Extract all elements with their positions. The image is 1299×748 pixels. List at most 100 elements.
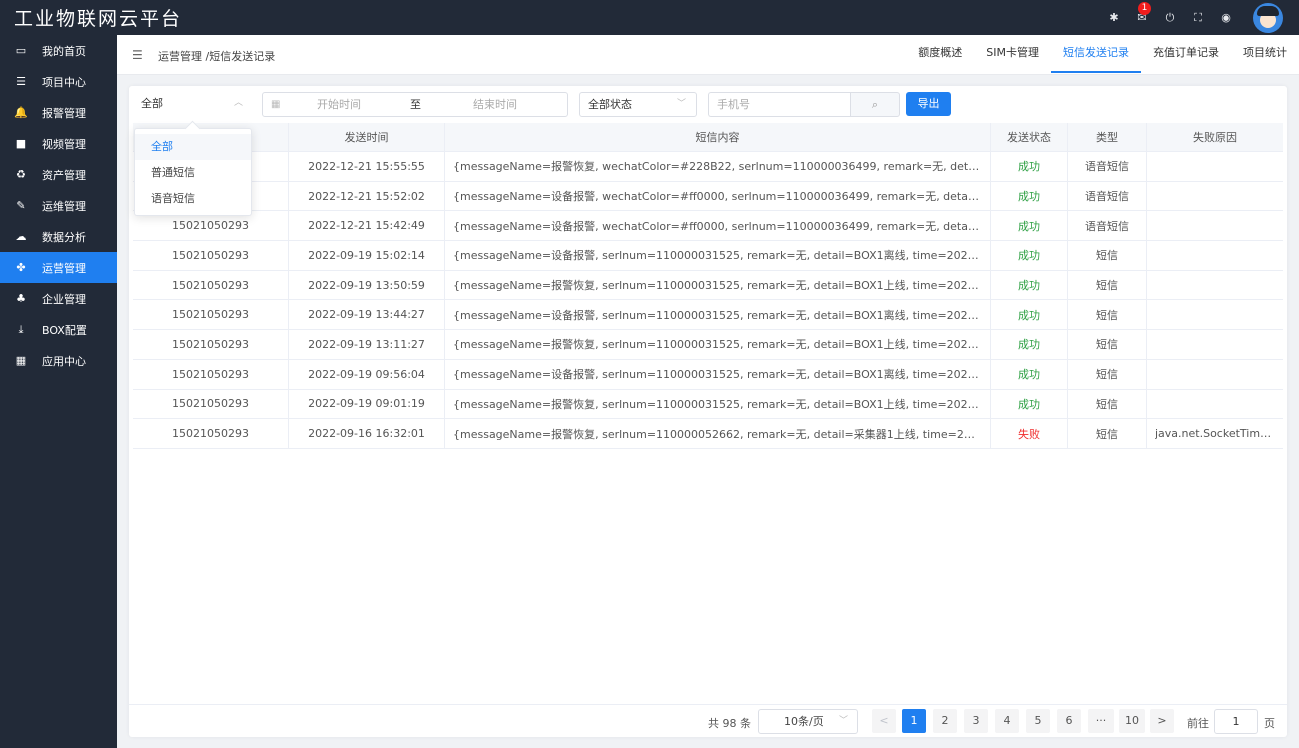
table-row[interactable]: 15021050293 2022-09-19 13:11:27 {messageNa… [133, 330, 1283, 360]
chevron-down-icon: ﹀ [676, 99, 686, 109]
column-header: 发送时间 [289, 123, 445, 151]
cell-content: {messageName=设备报警, wechatColor=#ff0000, … [445, 181, 991, 211]
cell-type-text: 语音短信 [1085, 190, 1129, 204]
cell-content-text: {messageName=报警恢复, serlnum=110000052662,… [453, 427, 981, 441]
sidebar-item-6[interactable]: ☁ 数据分析 [0, 221, 117, 252]
cell-type: 语音短信 [1068, 211, 1147, 241]
date-start[interactable]: 开始时间 [317, 93, 361, 116]
table-row[interactable]: 2022-12-21 15:55:55 {messageName=报警恢复, we… [133, 152, 1283, 182]
power-icon[interactable]: ⏻ [1163, 11, 1177, 25]
next-page-button[interactable]: > [1150, 709, 1174, 733]
page-button-3[interactable]: 4 [995, 709, 1019, 733]
sidebar-item-0[interactable]: ▭ 我的首页 [0, 35, 117, 66]
table-row[interactable]: 15021050293 2022-09-19 09:56:04 {messageNa… [133, 359, 1283, 390]
total-count: 共 98 条 [708, 717, 751, 730]
cell-content-text: {messageName=设备报警, serlnum=110000031525,… [453, 249, 981, 263]
fullscreen-icon[interactable]: ⛶ [1191, 11, 1205, 25]
cell-time-text: 2022-09-19 09:01:19 [308, 397, 425, 411]
bug-icon[interactable]: ✱ [1107, 11, 1121, 24]
sidebar-item-9[interactable]: ⤓ BOX配置 [0, 314, 117, 345]
globe-icon[interactable]: ◉ [1219, 11, 1233, 24]
cell-content-text: {messageName=设备报警, wechatColor=#ff0000, … [453, 190, 981, 204]
sidebar-item-7[interactable]: ✤ 运营管理 [0, 252, 117, 283]
cell-content: {messageName=报警恢复, serlnum=110000031525,… [445, 330, 991, 359]
page-button-5[interactable]: 6 [1057, 709, 1081, 733]
sidebar-item-5[interactable]: ✎ 运维管理 [0, 190, 117, 221]
cell-time-text: 2022-12-21 15:52:02 [308, 189, 425, 203]
goto-page-input[interactable] [1214, 709, 1258, 734]
search-icon: ⌕ [871, 98, 879, 111]
cell-reason [1147, 241, 1283, 270]
sidebar-item-10[interactable]: ▦ 应用中心 [0, 345, 117, 376]
tab-0[interactable]: 额度概述 [906, 35, 974, 75]
cell-time-text: 2022-12-21 15:42:49 [308, 219, 425, 233]
phone-input[interactable] [708, 92, 851, 117]
table-row[interactable]: 15021050293 2022-09-19 13:50:59 {messageNa… [133, 270, 1283, 301]
sidebar-item-label: BOX配置 [42, 323, 87, 337]
tab-3[interactable]: 充值订单记录 [1141, 35, 1231, 75]
sidebar-item-1[interactable]: ☰ 项目中心 [0, 66, 117, 97]
cell-content: {messageName=设备报警, serlnum=110000031525,… [445, 300, 991, 330]
page-button-1[interactable]: 2 [933, 709, 957, 733]
sidebar: ▭ 我的首页 ☰ 项目中心 🔔 报警管理 ■ 视频管理 ♻ 资产管理 ✎ 运维管理 ☁ 数据分析 ✤ 运营管理… [0, 35, 117, 748]
tab-1[interactable]: SIM卡管理 [974, 35, 1051, 75]
tab-2[interactable]: 短信发送记录 [1051, 35, 1141, 75]
export-button[interactable]: 导出 [906, 92, 951, 116]
table-row[interactable]: 2022-12-21 15:52:02 {messageName=设备报警, we… [133, 181, 1283, 212]
cell-time: 2022-12-21 15:52:02 [289, 181, 445, 211]
type-select[interactable]: 全部 ︿ [133, 92, 253, 117]
cell-phone: 15021050293 [133, 270, 289, 300]
cell-content-text: {messageName=设备报警, serlnum=110000031525,… [453, 368, 981, 382]
cell-type: 短信 [1068, 270, 1147, 300]
sidebar-item-2[interactable]: 🔔 报警管理 [0, 97, 117, 128]
cell-type-text: 短信 [1096, 427, 1118, 441]
date-range-picker[interactable]: ▦ 开始时间 至 结束时间 [262, 92, 568, 117]
cell-status: 成功 [991, 241, 1068, 270]
cell-reason: java.net.SocketTimeout... [1147, 419, 1283, 448]
table-row[interactable]: 15021050293 2022-12-21 15:42:49 {messageNa… [133, 211, 1283, 242]
sidebar-item-label: 视频管理 [42, 137, 86, 151]
cell-status-text: 成功 [1018, 219, 1040, 233]
avatar[interactable] [1253, 2, 1283, 33]
mail-icon[interactable]: ✉ 1 [1135, 2, 1151, 24]
date-end[interactable]: 结束时间 [473, 93, 517, 116]
cell-phone: 15021050293 [133, 241, 289, 270]
page-button-0[interactable]: 1 [902, 709, 926, 733]
cubes-icon: ✤ [16, 261, 26, 274]
page-button-7[interactable]: 10 [1119, 709, 1145, 733]
filter-bar: 全部 ︿ ▦ 开始时间 至 结束时间 全部状态 ﹀ ⌕ 导出 [129, 86, 1287, 122]
sidebar-item-8[interactable]: ♣ 企业管理 [0, 283, 117, 314]
page-size-select[interactable]: 10条/页 ﹀ [758, 709, 858, 734]
sidebar-item-4[interactable]: ♻ 资产管理 [0, 159, 117, 190]
cloud-icon: ☁ [15, 230, 27, 243]
tab-bar: 额度概述 SIM卡管理 短信发送记录 充值订单记录 项目统计 [906, 35, 1299, 75]
cell-type-text: 短信 [1096, 249, 1118, 263]
cell-phone-text: 15021050293 [172, 278, 249, 292]
tab-4[interactable]: 项目统计 [1231, 35, 1299, 75]
sidebar-item-3[interactable]: ■ 视频管理 [0, 128, 117, 159]
pagination: 共 98 条 10条/页 ﹀ <123456 ···10> 前往 页 [129, 704, 1287, 737]
sidebar-item-label: 数据分析 [42, 230, 86, 244]
prev-page-button[interactable]: < [872, 709, 896, 733]
table-row[interactable]: 15021050293 2022-09-19 09:01:19 {messageNa… [133, 389, 1283, 420]
table-row[interactable]: 15021050293 2022-09-19 13:44:27 {messageNa… [133, 300, 1283, 331]
search-button[interactable]: ⌕ [850, 92, 900, 117]
page-size-value: 10条/页 [784, 715, 824, 728]
cell-type-text: 语音短信 [1085, 219, 1129, 233]
dropdown-option-1[interactable]: 普通短信 [135, 160, 251, 186]
page-button-6[interactable]: ··· [1088, 709, 1114, 733]
cell-time: 2022-09-19 13:50:59 [289, 270, 445, 300]
dropdown-option-0[interactable]: 全部 [135, 134, 251, 160]
status-select[interactable]: 全部状态 ﹀ [579, 92, 697, 117]
date-separator: 至 [410, 98, 421, 111]
table-row[interactable]: 15021050293 2022-09-16 16:32:01 {messageNa… [133, 419, 1283, 449]
wrench-icon: ✎ [16, 199, 26, 212]
cell-content-text: {messageName=报警恢复, wechatColor=#228B22, … [453, 160, 981, 174]
page-button-4[interactable]: 5 [1026, 709, 1050, 733]
cell-type: 短信 [1068, 389, 1147, 419]
menu-toggle-icon[interactable]: ☰ [132, 48, 143, 62]
page-button-2[interactable]: 3 [964, 709, 988, 733]
dropdown-option-2[interactable]: 语音短信 [135, 186, 251, 212]
table-row[interactable]: 15021050293 2022-09-19 15:02:14 {messageNa… [133, 241, 1283, 271]
cell-time: 2022-09-19 15:02:14 [289, 241, 445, 270]
